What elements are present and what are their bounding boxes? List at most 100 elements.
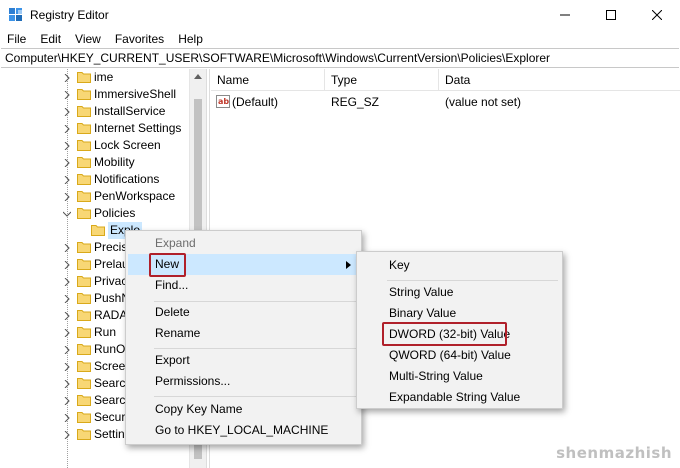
folder-icon (77, 140, 91, 151)
chevron-right-icon[interactable] (63, 261, 71, 269)
menu-help[interactable]: Help (171, 30, 210, 48)
chevron-right-icon[interactable] (63, 159, 71, 167)
chevron-right-icon[interactable] (63, 312, 71, 320)
menu-separator (154, 348, 359, 349)
scroll-up-arrow-icon[interactable] (194, 73, 202, 79)
tree-item[interactable]: Lock Screen (0, 137, 189, 154)
menu-item-permissions[interactable]: Permissions... (128, 371, 359, 392)
minimize-icon (560, 14, 570, 16)
menu-file[interactable]: File (0, 30, 33, 48)
tree-item[interactable]: ImmersiveShell (0, 86, 189, 103)
maximize-button[interactable] (588, 0, 634, 30)
chevron-right-icon[interactable] (63, 431, 71, 439)
tree-item-label: Lock Screen (94, 138, 161, 152)
submenu-item-string-value[interactable]: String Value (359, 282, 560, 303)
svg-text:ab: ab (218, 97, 229, 106)
folder-icon (77, 327, 91, 338)
submenu-item-qword-value[interactable]: QWORD (64-bit) Value (359, 345, 560, 366)
minimize-button[interactable] (542, 0, 588, 30)
folder-icon (77, 259, 91, 270)
chevron-right-icon[interactable] (63, 295, 71, 303)
tree-item[interactable]: Policies (0, 205, 189, 222)
new-submenu: Key String Value Binary Value DWORD (32-… (356, 251, 563, 409)
folder-icon (77, 157, 91, 168)
chevron-right-icon[interactable] (63, 346, 71, 354)
tree-item-label: Settin (94, 427, 125, 441)
chevron-right-icon[interactable] (63, 142, 71, 150)
menu-item-expand[interactable]: Expand (128, 233, 359, 254)
folder-icon (91, 225, 105, 236)
folder-icon (77, 242, 91, 253)
tree-item-label: Internet Settings (94, 121, 182, 135)
menu-item-goto-hklm[interactable]: Go to HKEY_LOCAL_MACHINE (128, 420, 359, 441)
menu-separator (387, 280, 558, 281)
tree-item-label: Secur (94, 410, 126, 424)
menu-view[interactable]: View (68, 30, 108, 48)
column-name[interactable]: Name (211, 69, 325, 91)
menu-item-export[interactable]: Export (128, 350, 359, 371)
folder-icon (77, 72, 91, 83)
menu-item-copy-key-name[interactable]: Copy Key Name (128, 399, 359, 420)
window-title: Registry Editor (30, 8, 109, 22)
tree-item-label: Searc (94, 393, 126, 407)
menu-item-find[interactable]: Find... (128, 275, 359, 296)
menu-edit[interactable]: Edit (33, 30, 68, 48)
menu-favorites[interactable]: Favorites (108, 30, 171, 48)
tree-item-label: ime (94, 70, 114, 84)
tree-item[interactable]: Notifications (0, 171, 189, 188)
tree-item-label: RunO (94, 342, 126, 356)
chevron-down-icon[interactable] (63, 210, 71, 218)
chevron-right-icon[interactable] (63, 74, 71, 82)
folder-icon (77, 361, 91, 372)
folder-icon (77, 412, 91, 423)
column-type[interactable]: Type (325, 69, 439, 91)
submenu-item-expandable-string-value[interactable]: Expandable String Value (359, 387, 560, 408)
chevron-right-icon[interactable] (63, 125, 71, 133)
chevron-right-icon[interactable] (63, 380, 71, 388)
chevron-right-icon[interactable] (63, 329, 71, 337)
maximize-icon (606, 10, 616, 20)
folder-icon (77, 174, 91, 185)
value-type: REG_SZ (331, 95, 380, 109)
tree-item[interactable]: InstallService (0, 103, 189, 120)
chevron-right-icon[interactable] (63, 363, 71, 371)
list-header: Name Type Data (211, 69, 680, 91)
chevron-right-icon[interactable] (63, 414, 71, 422)
address-bar[interactable]: Computer\HKEY_CURRENT_USER\SOFTWARE\Micr… (1, 48, 679, 68)
menu-item-rename[interactable]: Rename (128, 323, 359, 344)
chevron-right-icon[interactable] (63, 397, 71, 405)
tree-item[interactable]: Mobility (0, 154, 189, 171)
list-row[interactable]: ab (Default) REG_SZ (value not set) (211, 93, 680, 111)
tree-item[interactable]: PenWorkspace (0, 188, 189, 205)
folder-icon (77, 395, 91, 406)
chevron-right-icon[interactable] (63, 176, 71, 184)
annotation-box (149, 253, 186, 277)
submenu-item-binary-value[interactable]: Binary Value (359, 303, 560, 324)
folder-icon (77, 344, 91, 355)
chevron-right-icon[interactable] (63, 278, 71, 286)
folder-icon (77, 276, 91, 287)
column-data[interactable]: Data (439, 69, 680, 91)
tree-item-label: Privac (94, 274, 128, 288)
chevron-right-icon[interactable] (63, 193, 71, 201)
chevron-right-icon[interactable] (63, 244, 71, 252)
value-name: (Default) (232, 95, 279, 109)
annotation-box (382, 322, 507, 346)
close-button[interactable] (634, 0, 680, 30)
folder-icon (77, 191, 91, 202)
submenu-item-key[interactable]: Key (359, 255, 560, 276)
tree-item-label: Searc (94, 376, 126, 390)
value-data: (value not set) (445, 95, 522, 109)
tree-item-label: Policies (94, 206, 136, 220)
string-value-icon: ab (216, 95, 230, 108)
menu-item-delete[interactable]: Delete (128, 302, 359, 323)
tree-item-label: InstallService (94, 104, 166, 118)
tree-item[interactable]: ime (0, 69, 189, 86)
chevron-right-icon[interactable] (63, 108, 71, 116)
registry-editor-icon (9, 8, 22, 21)
folder-icon (77, 293, 91, 304)
tree-item[interactable]: Internet Settings (0, 120, 189, 137)
chevron-right-icon[interactable] (63, 91, 71, 99)
submenu-item-multi-string-value[interactable]: Multi-String Value (359, 366, 560, 387)
tree-item-label: Run (94, 325, 117, 339)
